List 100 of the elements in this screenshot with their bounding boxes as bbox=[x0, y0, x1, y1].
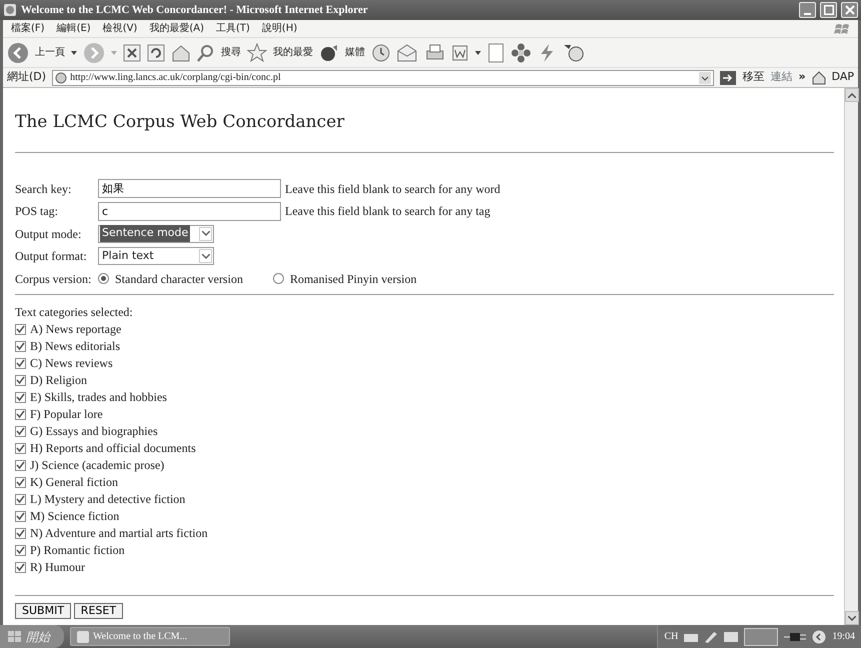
checkbox-label[interactable]: G) Essays and biographies bbox=[30, 422, 158, 440]
checkbox-label[interactable]: E) Skills, trades and hobbies bbox=[30, 388, 167, 406]
links-label[interactable]: 連結 bbox=[770, 69, 792, 86]
print-icon[interactable] bbox=[425, 44, 445, 62]
checkbox-label[interactable]: M) Science fiction bbox=[30, 507, 120, 526]
checkbox[interactable] bbox=[15, 392, 26, 403]
minimize-button[interactable] bbox=[799, 2, 816, 18]
search-label[interactable]: 搜尋 bbox=[221, 45, 241, 60]
field-label: Search key: bbox=[15, 180, 72, 198]
more-chevron[interactable]: » bbox=[798, 69, 806, 86]
maximize-button[interactable] bbox=[820, 2, 837, 18]
pen-icon[interactable] bbox=[704, 630, 718, 642]
checkbox-label[interactable]: B) News editorials bbox=[30, 337, 120, 356]
field-label: Output format: bbox=[15, 248, 88, 266]
dropdown-field[interactable]: Sentence mode bbox=[98, 224, 214, 243]
radio-button[interactable] bbox=[98, 273, 109, 284]
scrollbar[interactable] bbox=[844, 88, 858, 625]
mail-icon[interactable] bbox=[397, 44, 419, 62]
page-heading: The LCMC Corpus Web Concordancer bbox=[15, 112, 346, 132]
clock: 19:04 bbox=[832, 630, 855, 644]
keyboard-icon[interactable] bbox=[684, 632, 698, 642]
address-field[interactable]: http://www.ling.lancs.ac.uk/corplang/cgi-bin/conc.pl bbox=[52, 70, 714, 86]
checkbox-label[interactable]: D) Religion bbox=[30, 371, 87, 390]
section-label: Text categories selected: bbox=[15, 304, 134, 321]
radio-label[interactable]: Standard character version bbox=[115, 270, 243, 288]
refresh-icon[interactable] bbox=[147, 44, 165, 62]
address-label: 網址(D) bbox=[7, 69, 46, 86]
checkbox-label[interactable]: A) News reportage bbox=[30, 320, 122, 338]
window-title: Welcome to the LCMC Web Concordancer! - Microsoft Internet Explorer bbox=[21, 2, 369, 18]
dropdown-field[interactable]: Plain text bbox=[98, 247, 214, 266]
checkbox[interactable] bbox=[15, 324, 26, 335]
star-icon[interactable] bbox=[247, 42, 267, 62]
maximize-icon bbox=[824, 5, 834, 15]
checkbox[interactable] bbox=[15, 408, 26, 420]
back-label[interactable]: 上一頁 bbox=[35, 45, 65, 60]
checkbox[interactable] bbox=[15, 544, 26, 556]
checkbox[interactable] bbox=[15, 476, 26, 488]
dropdown-icon[interactable] bbox=[699, 72, 712, 84]
menu-item[interactable]: 說明(H) bbox=[262, 21, 298, 36]
browser-icon bbox=[3, 3, 17, 17]
caret-icon bbox=[202, 231, 210, 236]
text-field[interactable]: c bbox=[98, 202, 281, 221]
checkbox[interactable] bbox=[15, 442, 26, 454]
field-label: Output mode: bbox=[15, 226, 82, 243]
history-icon[interactable] bbox=[371, 42, 391, 62]
field-label: Corpus version: bbox=[15, 270, 92, 288]
document-icon[interactable] bbox=[451, 44, 469, 62]
power-plug-icon[interactable] bbox=[784, 632, 806, 642]
home-icon[interactable] bbox=[171, 44, 191, 62]
radio-label[interactable]: Romanised Pinyin version bbox=[290, 270, 417, 288]
caret-icon[interactable] bbox=[475, 50, 481, 54]
media-label[interactable]: 媒體 bbox=[345, 45, 365, 60]
radio-button[interactable] bbox=[272, 273, 284, 284]
checkbox-label[interactable]: H) Reports and official documents bbox=[30, 439, 196, 458]
stop-icon[interactable] bbox=[123, 44, 141, 62]
checkbox[interactable] bbox=[15, 358, 26, 369]
checkbox[interactable] bbox=[15, 340, 26, 352]
field-hint: Leave this field blank to search for any tag bbox=[285, 203, 490, 220]
text-field[interactable]: 如果 bbox=[98, 179, 281, 198]
flower-icon[interactable] bbox=[511, 42, 531, 62]
checkbox-label[interactable]: L) Mystery and detective fiction bbox=[30, 490, 186, 508]
menu-item[interactable]: 工具(T) bbox=[216, 21, 250, 36]
field-label: POS tag: bbox=[15, 203, 60, 220]
checkbox[interactable] bbox=[15, 562, 26, 573]
checkbox-label[interactable]: F) Popular lore bbox=[30, 405, 103, 424]
page-icon[interactable] bbox=[487, 42, 505, 62]
search-icon[interactable] bbox=[197, 44, 215, 62]
checkbox-label[interactable]: K) General fiction bbox=[30, 473, 118, 492]
checkbox[interactable] bbox=[15, 510, 26, 522]
windows-logo-icon bbox=[8, 630, 22, 642]
dap-link[interactable]: DAP bbox=[832, 69, 854, 86]
checkbox[interactable] bbox=[15, 494, 26, 505]
back-icon[interactable] bbox=[7, 42, 29, 64]
checkbox-label[interactable]: R) Humour bbox=[30, 558, 85, 576]
checkbox-label[interactable]: P) Romantic fiction bbox=[30, 541, 125, 560]
input-box-icon[interactable] bbox=[744, 628, 778, 646]
checkbox[interactable] bbox=[15, 460, 26, 471]
media-icon[interactable] bbox=[319, 44, 339, 62]
ime-icon[interactable] bbox=[724, 632, 738, 642]
caret-icon[interactable] bbox=[71, 50, 77, 54]
form-button[interactable]: RESET bbox=[74, 602, 124, 619]
form-button[interactable]: SUBMIT bbox=[15, 602, 72, 619]
chevron-icon[interactable] bbox=[812, 630, 826, 644]
checkbox[interactable] bbox=[15, 374, 26, 386]
checkbox-label[interactable]: N) Adventure and martial arts fiction bbox=[30, 524, 208, 542]
checkbox[interactable] bbox=[15, 426, 26, 437]
close-button[interactable] bbox=[841, 2, 858, 18]
caret-icon bbox=[202, 254, 210, 259]
minimize-icon bbox=[804, 12, 811, 14]
menu-item[interactable]: 我的最愛(A) bbox=[149, 21, 204, 36]
checkbox[interactable] bbox=[15, 528, 26, 539]
favorites-label[interactable]: 我的最愛 bbox=[273, 45, 313, 60]
menu-item[interactable]: 編輯(E) bbox=[56, 21, 91, 36]
menu-item[interactable]: 檔案(F) bbox=[11, 21, 45, 36]
checkbox-label[interactable]: C) News reviews bbox=[30, 354, 113, 372]
go-button[interactable]: 移至 bbox=[742, 69, 764, 86]
home-icon[interactable] bbox=[812, 70, 826, 84]
menu-item[interactable]: 檢視(V) bbox=[102, 21, 138, 36]
checkbox-label[interactable]: J) Science (academic prose) bbox=[30, 456, 164, 474]
language-indicator[interactable]: CH bbox=[664, 629, 678, 644]
